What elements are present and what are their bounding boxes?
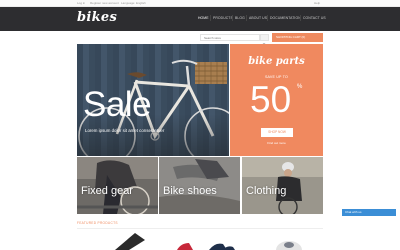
hero-banner[interactable]: Sale Lorem ipsum dolor sit amet consecte… <box>77 44 229 156</box>
language-link[interactable]: Language: English <box>121 1 146 5</box>
nav-divider <box>210 15 211 21</box>
site-logo[interactable]: bikes <box>77 10 117 25</box>
cart-label: SHOPPING CART (0) <box>276 35 306 39</box>
register-link[interactable]: Register new account <box>90 1 119 5</box>
category-tile-clothing[interactable]: Clothing <box>242 157 323 214</box>
help-link[interactable]: Help <box>314 1 320 5</box>
nav-divider <box>246 15 247 21</box>
nav-home[interactable]: HOME <box>198 16 209 20</box>
site-header: bikes HOME PRODUCTS BLOG ABOUT US DOCUME… <box>0 7 400 31</box>
product-thumb[interactable] <box>209 243 235 250</box>
search-button[interactable] <box>260 34 269 48</box>
nav-divider <box>232 15 233 21</box>
featured-products-heading: FEATURED PRODUCTS <box>77 221 118 225</box>
category-tile-bike-shoes[interactable]: Bike shoes <box>159 157 240 214</box>
product-thumb[interactable] <box>115 233 145 250</box>
chat-widget[interactable]: Chat with us <box>342 209 396 216</box>
nav-blog[interactable]: BLOG <box>235 16 245 20</box>
nav-divider <box>300 15 301 21</box>
hero-title: Sale <box>83 85 152 124</box>
top-utility-bar: Log in Register new account Language: En… <box>0 0 400 7</box>
nav-divider <box>267 15 268 21</box>
search-input[interactable] <box>200 34 260 41</box>
shop-now-button[interactable]: SHOP NOW <box>261 128 293 137</box>
featured-products-strip <box>115 233 302 250</box>
nav-contact-us[interactable]: CONTACT US <box>303 16 326 20</box>
product-thumb[interactable] <box>177 243 193 250</box>
login-link[interactable]: Log in <box>77 1 85 5</box>
category-tile-fixed-gear[interactable]: Fixed gear <box>77 157 158 214</box>
nav-products[interactable]: PRODUCTS <box>213 16 233 20</box>
nav-about-us[interactable]: ABOUT US <box>249 16 267 20</box>
category-label-bike-shoes: Bike shoes <box>163 185 217 197</box>
hero-subtitle: Lorem ipsum dolor sit amet consectetuer <box>85 128 165 133</box>
shopping-cart-button[interactable]: SHOPPING CART (0) <box>272 33 323 42</box>
promo-more-link[interactable]: Find out more <box>230 141 323 145</box>
promo-discount-value: 50 <box>250 79 292 120</box>
category-label-clothing: Clothing <box>246 185 287 197</box>
chat-label: Chat with us <box>345 210 362 214</box>
promo-discount-unit: % <box>297 84 303 90</box>
product-thumb[interactable] <box>276 241 302 250</box>
promo-title: bike parts <box>248 56 305 67</box>
promo-panel: bike parts SAVE UP TO 50 % SHOP NOW Find… <box>230 44 323 156</box>
nav-documentation[interactable]: DOCUMENTATION <box>270 16 301 20</box>
category-label-fixed-gear: Fixed gear <box>81 185 133 197</box>
